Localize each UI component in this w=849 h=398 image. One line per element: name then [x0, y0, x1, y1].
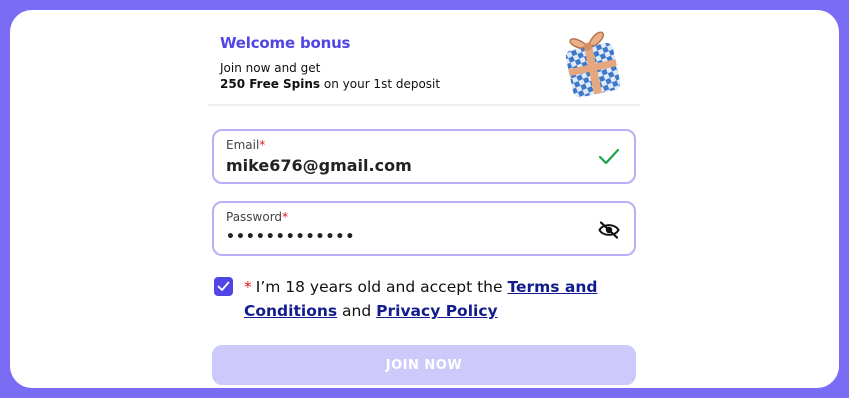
password-label: Password*: [226, 210, 289, 224]
privacy-policy-link[interactable]: Privacy Policy: [376, 302, 498, 320]
gift-box-icon: [565, 31, 621, 98]
consent-checkbox[interactable]: [214, 277, 233, 296]
email-label: Email*: [226, 138, 266, 152]
promo-title: Welcome bonus: [220, 34, 351, 52]
promo-offer-rest: on your 1st deposit: [320, 77, 441, 91]
signup-panel: Welcome bonus Join now and get 250 Free …: [10, 10, 839, 388]
email-field[interactable]: Email*: [212, 129, 636, 184]
promo-text: Join now and get: [220, 61, 321, 75]
consent-text: * I’m 18 years old and accept the Terms a…: [244, 278, 598, 320]
password-input[interactable]: •••••••••••••: [226, 229, 355, 245]
eye-slash-icon[interactable]: [598, 221, 620, 239]
promo-offer-highlight: 250 Free Spins: [220, 77, 321, 91]
required-asterisk: *: [282, 210, 289, 224]
join-now-button[interactable]: JOIN NOW: [212, 345, 636, 385]
check-icon: [598, 148, 620, 165]
required-asterisk: *: [259, 138, 266, 152]
password-field[interactable]: Password* •••••••••••••: [212, 201, 636, 256]
required-asterisk: *: [244, 278, 252, 296]
email-input[interactable]: [226, 156, 586, 175]
welcome-bonus-banner: Welcome bonus Join now and get 250 Free …: [208, 10, 640, 106]
promo-offer: 250 Free Spins on your 1st deposit: [220, 77, 440, 91]
checkmark-icon: [217, 281, 230, 291]
